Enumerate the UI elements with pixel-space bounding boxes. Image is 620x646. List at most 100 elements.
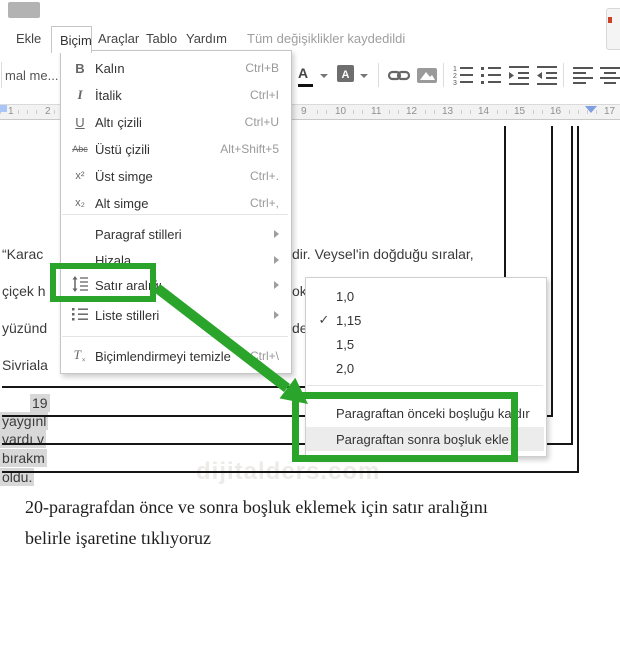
- submenu-item-1-0[interactable]: 1,0: [306, 284, 544, 308]
- toolbar-separator: [563, 63, 564, 87]
- highlight-color-dropdown-icon[interactable]: [360, 74, 368, 78]
- menu-item-alti-cizili[interactable]: U Altı çizili Ctrl+U: [61, 109, 289, 135]
- numbered-list-icon[interactable]: 123: [451, 63, 475, 87]
- doc-text-line: dir. Veysel'in doğduğu sıralar,: [292, 246, 474, 262]
- table-border: [551, 126, 553, 417]
- menu-item-bicimlendirmeyi-temizle[interactable]: T× Biçimlendirmeyi temizle Ctrl+\: [61, 343, 289, 369]
- svg-text:2: 2: [453, 73, 457, 80]
- menubar-item-tablo[interactable]: Tablo: [146, 31, 177, 46]
- subscript-icon: x₂: [75, 197, 85, 209]
- toolbar-separator: [378, 63, 379, 87]
- table-border: [2, 386, 305, 388]
- submenu-item-1-5[interactable]: 1,5: [306, 332, 544, 356]
- menu-item-ustu-cizili[interactable]: Abc Üstü çizili Alt+Shift+5: [61, 136, 289, 162]
- ruler-number: 12: [404, 106, 420, 118]
- ruler-number: 10: [333, 106, 349, 118]
- text-color-icon[interactable]: A: [298, 65, 313, 87]
- doc-text-fragment: Sivriala: [2, 357, 48, 373]
- doc-selected-fragment: bırakm: [0, 449, 47, 467]
- submenu-arrow-icon: [274, 281, 279, 289]
- menu-item-paragraf-stilleri[interactable]: Paragraf stilleri: [61, 221, 289, 247]
- ruler-number: 9: [299, 106, 309, 118]
- table-border: [2, 443, 305, 445]
- submenu-arrow-icon: [274, 256, 279, 264]
- right-edge-button-badge: [608, 17, 612, 23]
- caption-line-1: 20-paragrafdan önce ve sonra boşluk ekle…: [25, 497, 488, 517]
- doc-text-fragment: çiçek h: [2, 283, 46, 299]
- svg-text:3: 3: [453, 80, 457, 87]
- list-styles-icon: [69, 307, 91, 324]
- submenu-item-add-space-after[interactable]: Paragraftan sonra boşluk ekle: [306, 427, 544, 451]
- doc-text-fragment: yüzünd: [2, 320, 48, 336]
- menu-item-hizala[interactable]: Hizala: [61, 247, 289, 273]
- menubar-item-bicim-label: Biçim: [60, 33, 92, 48]
- submenu-item-2-0[interactable]: 2,0: [306, 356, 544, 380]
- line-spacing-submenu: 1,0 ✓ 1,15 1,5 2,0 Paragraftan önceki bo…: [305, 277, 547, 457]
- align-left-icon[interactable]: [571, 63, 595, 87]
- menubar-item-araclar[interactable]: Araçlar: [98, 31, 139, 46]
- ruler-number: 16: [548, 106, 564, 118]
- menu-item-italik[interactable]: I İtalik Ctrl+I: [61, 82, 289, 108]
- right-edge-button[interactable]: [606, 8, 620, 50]
- clear-formatting-icon: T×: [73, 347, 87, 365]
- menubar-item-yardim[interactable]: Yardım: [186, 31, 227, 46]
- table-border: [2, 415, 305, 417]
- table-border: [571, 126, 573, 445]
- folder-icon[interactable]: [8, 2, 40, 18]
- ruler-indent-marker[interactable]: [0, 105, 7, 112]
- checkmark-icon: ✓: [318, 312, 330, 327]
- italic-icon: I: [77, 87, 83, 102]
- ruler-number: 13: [440, 106, 456, 118]
- paragraph-style-selector[interactable]: mal me...: [5, 68, 58, 83]
- menu-item-satir-araligi[interactable]: Satır aralığı: [61, 272, 289, 298]
- menubar-item-ekle[interactable]: Ekle: [16, 31, 41, 46]
- superscript-icon: x²: [75, 170, 85, 182]
- ruler-left[interactable]: 1 2: [0, 104, 60, 120]
- submenu-item-remove-space-before[interactable]: Paragraftan önceki boşluğu kaldır: [306, 401, 544, 425]
- doc-text-fragment: “Karac: [2, 246, 44, 262]
- table-border: [2, 471, 579, 473]
- ruler-number: 11: [369, 106, 384, 118]
- ruler-number: 2: [43, 106, 53, 118]
- menu-item-alt-simge[interactable]: x₂ Alt simge Ctrl+,: [61, 190, 289, 216]
- format-menu: B Kalın Ctrl+B I İtalik Ctrl+I U Altı çi…: [60, 50, 292, 374]
- insert-link-icon[interactable]: [387, 63, 411, 87]
- submenu-item-1-15[interactable]: ✓ 1,15: [306, 308, 544, 332]
- toolbar-separator: [1, 62, 2, 88]
- bulleted-list-icon[interactable]: [479, 63, 503, 87]
- text-color-dropdown-icon[interactable]: [320, 74, 328, 78]
- save-status: Tüm değişiklikler kaydedildi: [247, 31, 406, 46]
- menu-separator: [62, 214, 288, 215]
- submenu-arrow-icon: [274, 311, 279, 319]
- menu-separator: [62, 336, 288, 337]
- table-border: [545, 443, 573, 445]
- menu-item-kalin[interactable]: B Kalın Ctrl+B: [61, 55, 289, 81]
- underline-icon: U: [75, 114, 85, 130]
- menubar-item-bicim[interactable]: Biçim: [51, 26, 92, 53]
- bold-icon: B: [75, 60, 85, 76]
- svg-text:1: 1: [453, 66, 457, 73]
- decrease-indent-icon[interactable]: [507, 63, 531, 87]
- ruler-margin-marker[interactable]: [585, 106, 597, 113]
- ruler-number: 17: [602, 106, 618, 118]
- ruler-number: 15: [512, 106, 528, 118]
- table-border: [504, 126, 506, 277]
- menu-separator: [307, 385, 543, 386]
- strikethrough-icon: Abc: [72, 144, 88, 154]
- insert-image-icon[interactable]: [415, 63, 439, 87]
- doc-selected-fragment: 19: [30, 394, 50, 412]
- google-docs-window: Ekle Biçim Araçlar Tablo Yardım Tüm deği…: [0, 0, 620, 646]
- increase-indent-icon[interactable]: [535, 63, 559, 87]
- ruler-right[interactable]: 9 10 11 12 13 14 15 16 17: [290, 104, 620, 120]
- toolbar-separator: [443, 63, 444, 87]
- ruler-number: 14: [476, 106, 492, 118]
- menu-item-liste-stilleri[interactable]: Liste stilleri: [61, 302, 289, 328]
- highlight-color-icon[interactable]: A: [337, 65, 354, 82]
- submenu-arrow-icon: [274, 230, 279, 238]
- align-right-icon[interactable]: [614, 63, 620, 87]
- ruler-number: 1: [6, 106, 16, 118]
- line-spacing-icon: [69, 275, 91, 295]
- table-border: [577, 126, 579, 473]
- caption-line-2: belirle işaretine tıklıyoruz: [25, 528, 211, 548]
- menu-item-ust-simge[interactable]: x² Üst simge Ctrl+.: [61, 163, 289, 189]
